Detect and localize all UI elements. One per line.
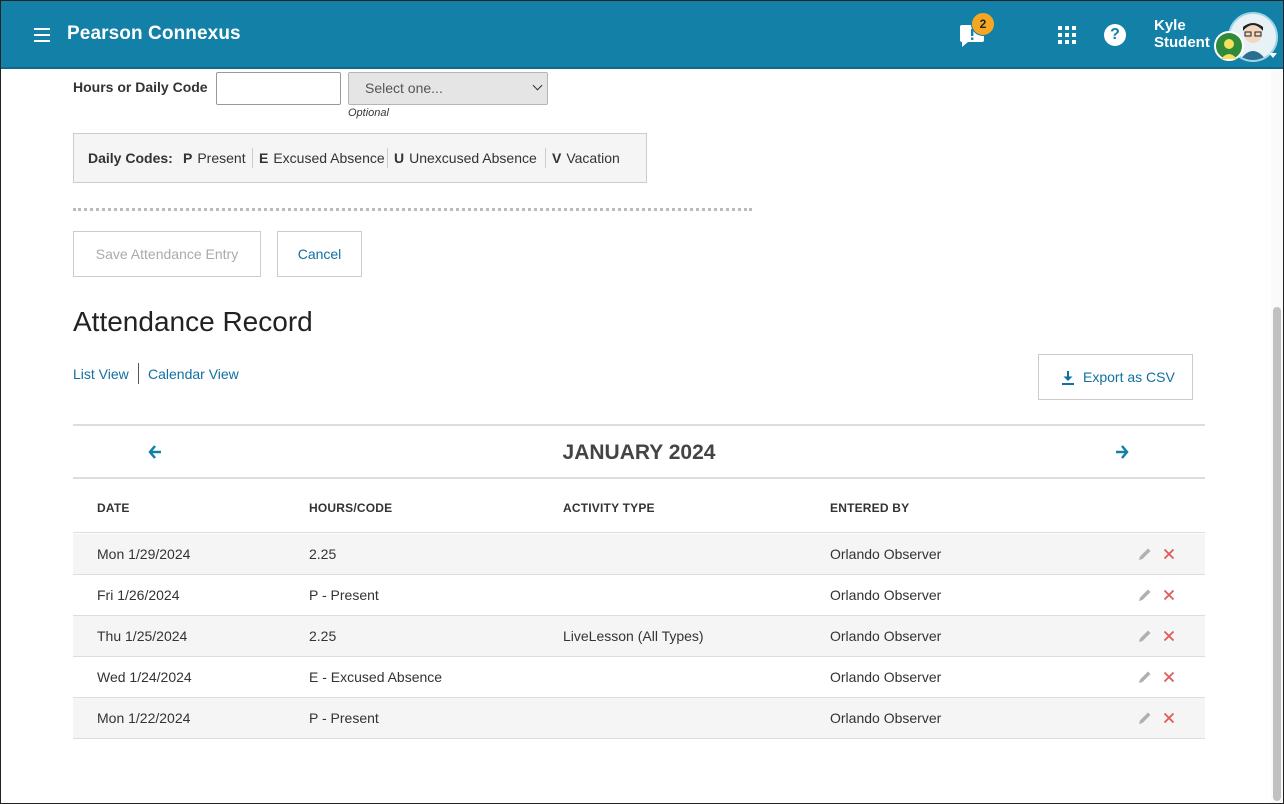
notification-badge: 2	[971, 12, 995, 36]
column-header-activity[interactable]: ACTIVITY TYPE	[563, 501, 655, 515]
table-row: Fri 1/26/2024 P - Present Orlando Observer	[73, 575, 1205, 616]
daily-codes-label: Daily Codes:	[88, 150, 173, 166]
close-icon[interactable]	[1161, 669, 1177, 685]
table-row: Thu 1/25/2024 2.25 LiveLesson (All Types) O…	[73, 616, 1205, 657]
cell-date: Thu 1/25/2024	[97, 628, 188, 644]
table-row: Mon 1/22/2024 P - Present Orlando Observer	[73, 698, 1205, 739]
table-header: DATE HOURS/CODE ACTIVITY TYPE ENTERED BY	[73, 481, 1205, 533]
pencil-icon[interactable]	[1137, 587, 1153, 603]
cell-date: Mon 1/22/2024	[97, 710, 191, 726]
section-divider	[73, 208, 752, 211]
daily-code-u: U Unexcused Absence	[394, 150, 537, 166]
cell-hours: P - Present	[309, 587, 379, 603]
cell-entered-by: Orlando Observer	[830, 628, 942, 644]
cell-date: Mon 1/29/2024	[97, 546, 191, 562]
export-csv-button[interactable]: Export as CSV	[1038, 354, 1193, 400]
pencil-icon[interactable]	[1137, 546, 1153, 562]
cell-hours: P - Present	[309, 710, 379, 726]
arrow-right-icon[interactable]	[1112, 444, 1130, 460]
month-label: JANUARY 2024	[562, 441, 716, 464]
close-icon[interactable]	[1161, 546, 1177, 562]
daily-codes-legend: Daily Codes: P Present E Excused Absence U…	[73, 133, 647, 183]
save-attendance-button[interactable]: Save Attendance Entry	[73, 231, 261, 277]
calendar-view-link[interactable]: Calendar View	[148, 366, 239, 382]
table-row: Wed 1/24/2024 E - Excused Absence Orlando …	[73, 657, 1205, 698]
menu-icon[interactable]	[34, 28, 50, 42]
user-last-name: Student	[1154, 34, 1210, 51]
app-title[interactable]: Pearson Connexus	[67, 23, 241, 45]
close-icon[interactable]	[1161, 628, 1177, 644]
cancel-button[interactable]: Cancel	[277, 231, 362, 277]
chevron-down-icon	[532, 80, 543, 91]
pencil-icon[interactable]	[1137, 710, 1153, 726]
cell-hours: 2.25	[309, 628, 337, 644]
cell-date: Fri 1/26/2024	[97, 587, 180, 603]
user-name[interactable]: Kyle Student	[1154, 17, 1210, 51]
view-divider	[138, 363, 139, 384]
close-icon[interactable]	[1161, 587, 1177, 603]
pencil-icon[interactable]	[1137, 628, 1153, 644]
app-window: Pearson Connexus 2 ? Kyle Student Hours …	[0, 0, 1284, 804]
cell-entered-by: Orlando Observer	[830, 587, 942, 603]
column-header-date[interactable]: DATE	[97, 501, 130, 515]
optional-hint: Optional	[348, 107, 389, 119]
cell-entered-by: Orlando Observer	[830, 710, 942, 726]
hours-input[interactable]	[216, 72, 341, 105]
cell-hours: E - Excused Absence	[309, 669, 443, 685]
top-navigation-bar: Pearson Connexus 2 ? Kyle Student	[1, 1, 1283, 69]
pencil-icon[interactable]	[1137, 669, 1153, 685]
daily-code-p: P Present	[183, 150, 246, 166]
download-icon	[1062, 371, 1074, 385]
user-menu-caret-icon[interactable]	[1269, 53, 1277, 58]
close-icon[interactable]	[1161, 710, 1177, 726]
export-csv-label: Export as CSV	[1083, 369, 1175, 385]
cell-activity: LiveLesson (All Types)	[563, 628, 704, 644]
daily-code-select-value: Select one...	[365, 80, 443, 96]
help-icon[interactable]: ?	[1104, 24, 1126, 46]
hours-label: Hours or Daily Code	[73, 79, 208, 95]
cell-entered-by: Orlando Observer	[830, 546, 942, 562]
table-row: Mon 1/29/2024 2.25 Orlando Observer	[73, 534, 1205, 575]
column-header-hours[interactable]: HOURS/CODE	[309, 501, 392, 515]
cell-date: Wed 1/24/2024	[97, 669, 192, 685]
cell-entered-by: Orlando Observer	[830, 669, 942, 685]
list-view-link[interactable]: List View	[73, 366, 129, 382]
cell-hours: 2.25	[309, 546, 337, 562]
apps-grid-icon[interactable]	[1058, 26, 1076, 44]
daily-code-v: V Vacation	[552, 150, 620, 166]
column-header-entered-by[interactable]: ENTERED BY	[830, 501, 909, 515]
page-title: Attendance Record	[73, 306, 313, 337]
scrollbar-thumb[interactable]	[1273, 307, 1281, 801]
month-navigator: JANUARY 2024	[73, 424, 1205, 479]
secondary-avatar	[1214, 31, 1244, 61]
daily-code-select[interactable]: Select one...	[348, 72, 548, 105]
user-first-name: Kyle	[1154, 17, 1186, 34]
daily-code-e: E Excused Absence	[259, 150, 385, 166]
